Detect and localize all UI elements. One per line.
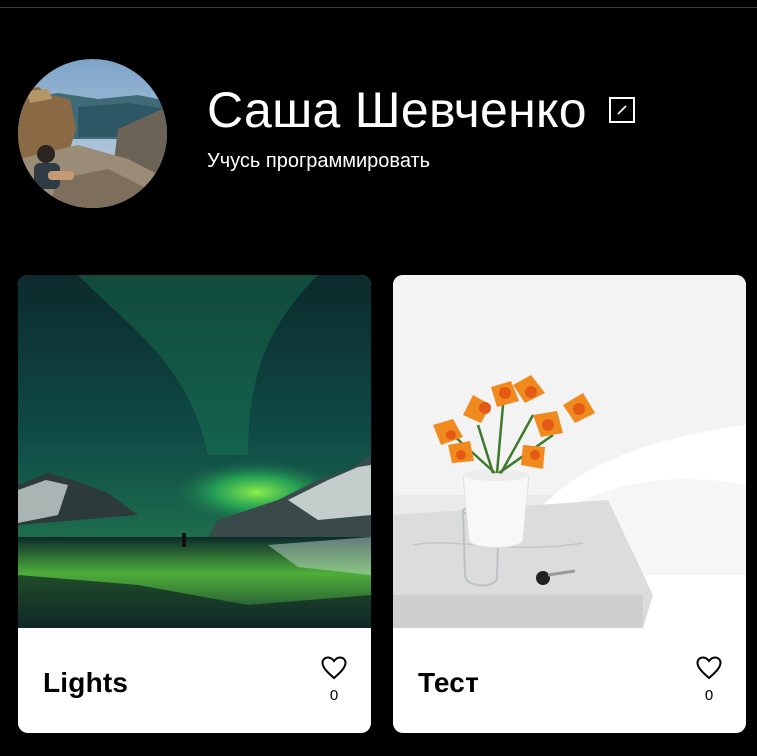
card-title: Lights — [43, 667, 129, 698]
card-footer: Тест 0 — [393, 628, 746, 733]
profile-about: Учусь программировать — [207, 149, 431, 172]
card-image-lilies[interactable] — [393, 275, 746, 628]
like-button[interactable] — [696, 656, 722, 683]
profile-section: Саша Шевченко Учусь программировать — [18, 59, 635, 208]
cards-grid: Lights 0 Тест 0 — [18, 275, 746, 733]
header-divider — [0, 7, 757, 8]
like-count: 0 — [329, 687, 339, 704]
like-block: 0 — [319, 656, 349, 704]
like-block: 0 — [694, 656, 724, 704]
profile-info: Саша Шевченко Учусь программировать — [207, 85, 635, 173]
profile-name: Саша Шевченко — [207, 81, 587, 138]
edit-profile-button[interactable] — [608, 96, 635, 123]
heart-outline-icon — [696, 656, 722, 680]
profile-name-row: Саша Шевченко — [207, 85, 635, 135]
like-button[interactable] — [321, 656, 347, 683]
like-count: 0 — [704, 687, 714, 704]
card: Тест 0 — [393, 275, 746, 733]
profile-avatar[interactable] — [18, 59, 167, 208]
pencil-icon — [617, 104, 627, 115]
card-title: Тест — [418, 667, 479, 698]
card: Lights 0 — [18, 275, 371, 733]
card-footer: Lights 0 — [18, 628, 371, 733]
heart-outline-icon — [321, 656, 347, 680]
card-image-aurora[interactable] — [18, 275, 371, 628]
